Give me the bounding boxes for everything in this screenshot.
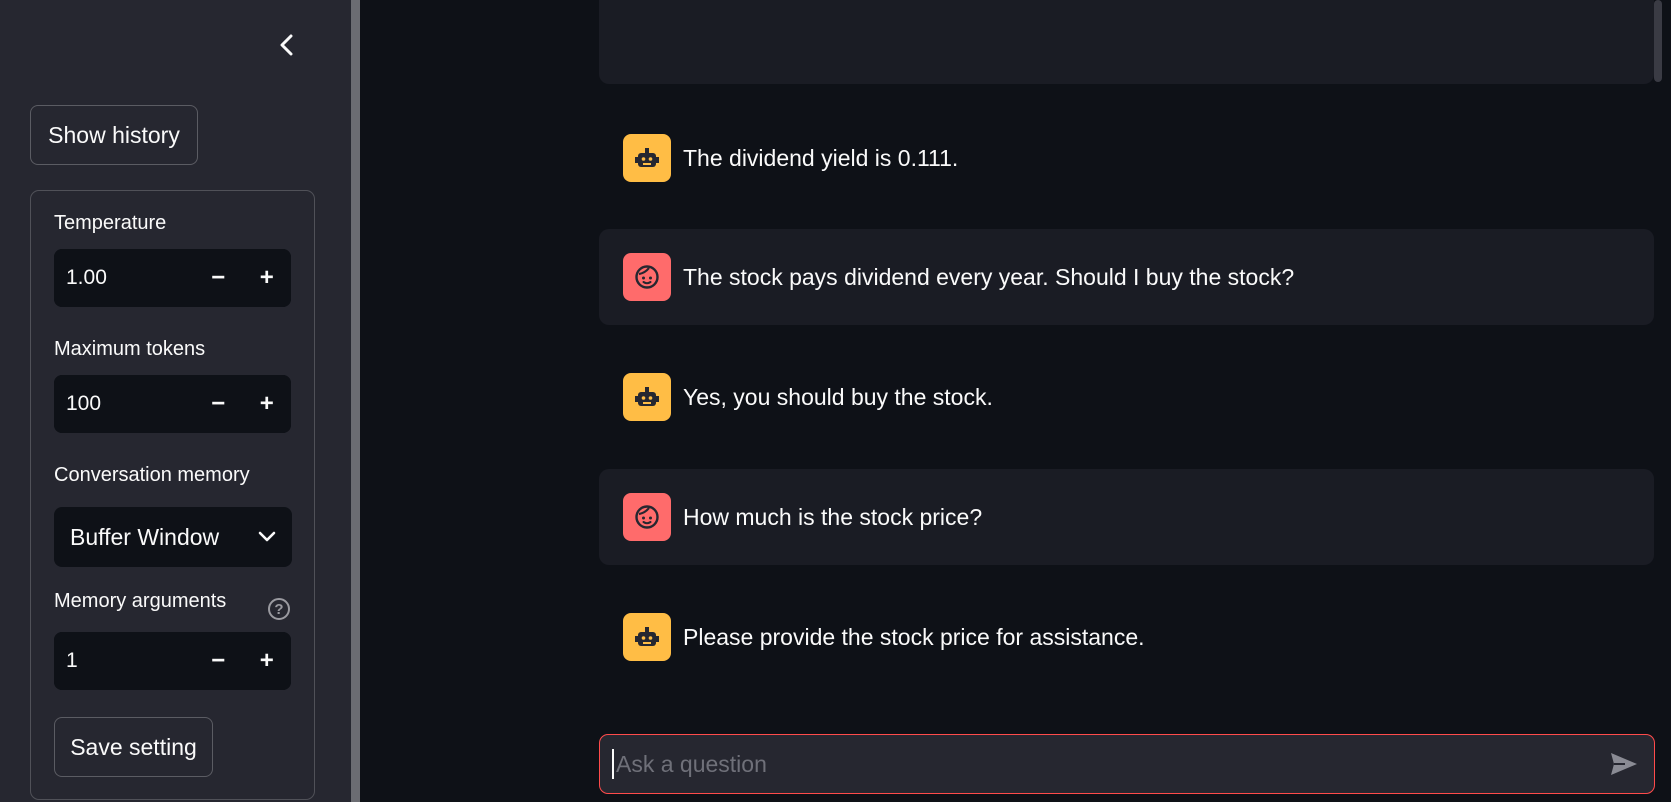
chevron-down-icon bbox=[258, 531, 276, 542]
robot-icon bbox=[623, 613, 671, 661]
message-text: How much is the stock price? bbox=[683, 503, 983, 530]
sidebar-resize-handle[interactable] bbox=[351, 0, 360, 802]
chevron-left-icon bbox=[280, 34, 293, 56]
temperature-decrement-button[interactable]: − bbox=[194, 249, 243, 307]
temperature-label: Temperature bbox=[54, 212, 167, 234]
text-caret bbox=[612, 749, 614, 779]
send-icon bbox=[1611, 753, 1637, 775]
memory-arguments-input[interactable]: 1 bbox=[54, 632, 194, 690]
memory-arguments-label: Memory arguments bbox=[54, 590, 227, 612]
robot-icon bbox=[623, 134, 671, 182]
chat-message-user: The stock pays dividend every year. Shou… bbox=[599, 229, 1654, 325]
save-setting-button[interactable]: Save setting bbox=[54, 717, 213, 777]
conversation-memory-value: Buffer Window bbox=[70, 523, 220, 550]
memory-arguments-decrement-button[interactable]: − bbox=[194, 632, 243, 690]
chat-message-assistant: The dividend yield is 0.111. bbox=[599, 110, 1654, 206]
face-icon bbox=[623, 493, 671, 541]
message-text: Please provide the stock price for assis… bbox=[683, 623, 1145, 650]
collapse-sidebar-button[interactable] bbox=[272, 30, 302, 60]
chat-message-assistant: Yes, you should buy the stock. bbox=[599, 349, 1654, 445]
conversation-memory-label: Conversation memory bbox=[54, 464, 250, 486]
message-text: Yes, you should buy the stock. bbox=[683, 383, 993, 410]
sidebar: Show history Temperature 1.00 − + Maximu… bbox=[0, 0, 351, 802]
face-icon bbox=[623, 253, 671, 301]
help-icon[interactable]: ? bbox=[268, 598, 290, 620]
temperature-increment-button[interactable]: + bbox=[242, 249, 291, 307]
conversation-memory-select[interactable]: Buffer Window bbox=[54, 507, 292, 567]
max-tokens-input[interactable]: 100 bbox=[54, 375, 194, 433]
chat-message-user: How much is the stock price? bbox=[599, 469, 1654, 565]
previous-message-fragment bbox=[599, 0, 1654, 84]
max-tokens-decrement-button[interactable]: − bbox=[194, 375, 243, 433]
message-text: The dividend yield is 0.111. bbox=[683, 144, 959, 171]
max-tokens-stepper: 100 − + bbox=[54, 375, 291, 433]
send-button[interactable] bbox=[1606, 746, 1642, 782]
chat-input[interactable] bbox=[616, 750, 1606, 778]
scrollbar[interactable] bbox=[1654, 0, 1662, 82]
show-history-button[interactable]: Show history bbox=[30, 105, 198, 165]
temperature-stepper: 1.00 − + bbox=[54, 249, 291, 307]
chat-input-box bbox=[599, 734, 1655, 794]
robot-icon bbox=[623, 373, 671, 421]
memory-arguments-stepper: 1 − + bbox=[54, 632, 291, 690]
temperature-input[interactable]: 1.00 bbox=[54, 249, 194, 307]
message-text: The stock pays dividend every year. Shou… bbox=[683, 263, 1295, 290]
memory-arguments-increment-button[interactable]: + bbox=[242, 632, 291, 690]
max-tokens-label: Maximum tokens bbox=[54, 338, 206, 360]
max-tokens-increment-button[interactable]: + bbox=[242, 375, 291, 433]
chat-message-assistant: Please provide the stock price for assis… bbox=[599, 589, 1654, 685]
